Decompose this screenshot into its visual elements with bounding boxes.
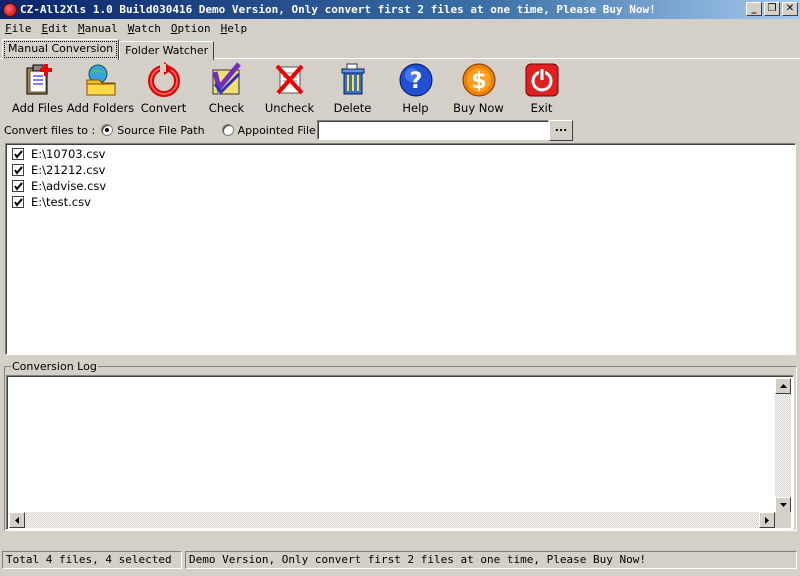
file-name: E:\advise.csv xyxy=(31,179,107,193)
delete-icon xyxy=(335,62,371,98)
menu-help[interactable]: Help xyxy=(216,22,253,35)
scroll-up-button[interactable] xyxy=(775,378,791,394)
scroll-down-button[interactable] xyxy=(775,497,791,513)
add-folders-button[interactable]: Add Folders xyxy=(66,62,135,116)
file-name: E:\10703.csv xyxy=(31,147,106,161)
vertical-scrollbar[interactable] xyxy=(775,378,791,513)
add-folders-label: Add Folders xyxy=(66,101,135,115)
menu-watch-rest: atch xyxy=(134,22,161,35)
window-controls: _ ❐ ✕ xyxy=(744,2,798,16)
buy-now-button[interactable]: $ Buy Now xyxy=(447,62,510,116)
scroll-right-button[interactable] xyxy=(759,512,775,528)
window-title: CZ-All2Xls 1.0 Build030416 Demo Version,… xyxy=(20,3,656,16)
help-label: Help xyxy=(402,101,429,115)
menu-watch[interactable]: Watch xyxy=(123,22,166,35)
exit-icon xyxy=(524,62,560,98)
conversion-log-textarea[interactable] xyxy=(6,375,794,530)
uncheck-icon xyxy=(272,62,308,98)
file-checkbox[interactable] xyxy=(12,148,24,160)
arrow-up-icon xyxy=(779,384,787,388)
status-message: Demo Version, Only convert first 2 files… xyxy=(185,551,797,569)
file-name: E:\test.csv xyxy=(31,195,91,209)
menu-option[interactable]: Option xyxy=(166,22,216,35)
minimize-button[interactable]: _ xyxy=(746,2,762,16)
menu-help-rest: elp xyxy=(227,22,248,35)
check-icon xyxy=(209,62,245,98)
add-folders-icon xyxy=(83,62,119,98)
tab-folder-watcher[interactable]: Folder Watcher xyxy=(119,41,215,60)
scroll-left-button[interactable] xyxy=(9,512,25,528)
delete-button[interactable]: Delete xyxy=(321,62,384,116)
file-list-item[interactable]: E:\advise.csv xyxy=(12,178,106,194)
convert-button[interactable]: Convert xyxy=(132,62,195,116)
status-bar: Total 4 files, 4 selected Demo Version, … xyxy=(0,550,800,570)
add-files-label: Add Files xyxy=(11,101,64,115)
menu-file-accel: F xyxy=(5,22,12,35)
uncheck-label: Uncheck xyxy=(264,101,315,115)
delete-label: Delete xyxy=(333,101,372,115)
scroll-corner xyxy=(775,512,791,528)
tab-manual-conversion[interactable]: Manual Conversion xyxy=(2,39,120,60)
buy-now-label: Buy Now xyxy=(453,101,504,115)
toolbar: Add Files Add Folders Convert Check Unch… xyxy=(6,62,573,116)
radio-source-label: Source File Path xyxy=(117,123,205,137)
file-list[interactable]: E:\10703.csv E:\21212.csv E:\advise.csv … xyxy=(5,143,796,355)
arrow-right-icon xyxy=(765,516,769,524)
horizontal-scrollbar[interactable] xyxy=(9,512,775,528)
browse-button[interactable]: ... xyxy=(549,120,573,141)
menu-manual[interactable]: Manual xyxy=(73,22,123,35)
app-icon xyxy=(3,2,17,17)
menu-file[interactable]: File xyxy=(0,22,37,35)
menu-manual-accel: M xyxy=(78,22,85,35)
check-button[interactable]: Check xyxy=(195,62,258,116)
convert-to-label: Convert files to : xyxy=(4,123,96,137)
arrow-left-icon xyxy=(15,516,19,524)
convert-label: Convert xyxy=(140,101,187,115)
exit-button[interactable]: Exit xyxy=(510,62,573,116)
exit-label: Exit xyxy=(530,101,553,115)
file-name: E:\21212.csv xyxy=(31,163,106,177)
menu-option-rest: ption xyxy=(177,22,211,35)
restore-button[interactable]: ❐ xyxy=(764,2,780,16)
file-list-item[interactable]: E:\21212.csv xyxy=(12,162,105,178)
check-label: Check xyxy=(208,101,245,115)
menu-file-rest: ile xyxy=(11,22,32,35)
uncheck-button[interactable]: Uncheck xyxy=(258,62,321,116)
close-button[interactable]: ✕ xyxy=(782,2,798,16)
add-files-button[interactable]: Add Files xyxy=(6,62,69,116)
menu-edit-rest: dit xyxy=(48,22,68,35)
buy-now-icon: $ xyxy=(461,62,497,98)
tab-strip: Manual Conversion Folder Watcher xyxy=(2,39,215,60)
radio-appointed-icon xyxy=(221,124,234,136)
file-list-item[interactable]: E:\test.csv xyxy=(12,194,91,210)
file-list-item[interactable]: E:\10703.csv xyxy=(12,146,105,162)
svg-text:$: $ xyxy=(471,69,486,94)
appointed-path-input[interactable] xyxy=(317,120,549,140)
conversion-log-legend: Conversion Log xyxy=(11,360,98,373)
menu-edit[interactable]: Edit xyxy=(37,22,74,35)
svg-text:?: ? xyxy=(409,69,422,94)
title-bar[interactable]: CZ-All2Xls 1.0 Build030416 Demo Version,… xyxy=(0,0,800,19)
arrow-down-icon xyxy=(779,503,787,507)
menu-option-accel: O xyxy=(170,22,178,35)
file-checkbox[interactable] xyxy=(12,164,24,176)
file-checkbox[interactable] xyxy=(12,180,24,192)
help-icon: ? xyxy=(398,62,434,98)
status-file-count: Total 4 files, 4 selected xyxy=(2,551,182,569)
add-files-icon xyxy=(20,62,56,98)
help-button[interactable]: ? Help xyxy=(384,62,447,116)
convert-destination-row: Convert files to : Source File Path Appo… xyxy=(4,119,798,141)
file-checkbox[interactable] xyxy=(12,196,24,208)
menu-bar: File Edit Manual Watch Option Help xyxy=(0,19,800,38)
convert-icon xyxy=(146,62,182,98)
radio-source-path[interactable]: Source File Path xyxy=(101,123,205,137)
menu-manual-rest: anual xyxy=(84,22,118,35)
radio-source-icon xyxy=(101,124,114,136)
